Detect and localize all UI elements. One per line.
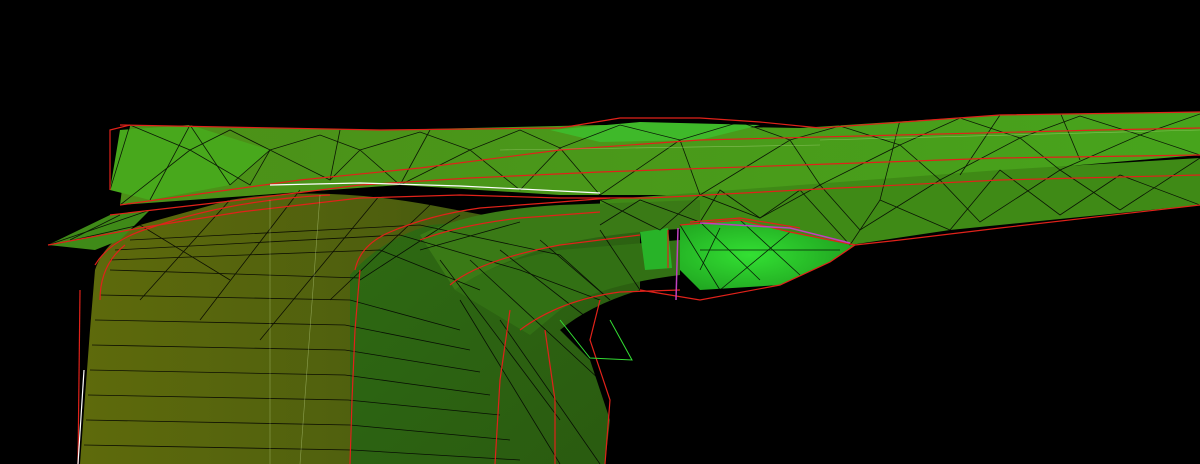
3d-viewport[interactable] xyxy=(0,0,1200,464)
mesh-scene[interactable] xyxy=(0,0,1200,464)
